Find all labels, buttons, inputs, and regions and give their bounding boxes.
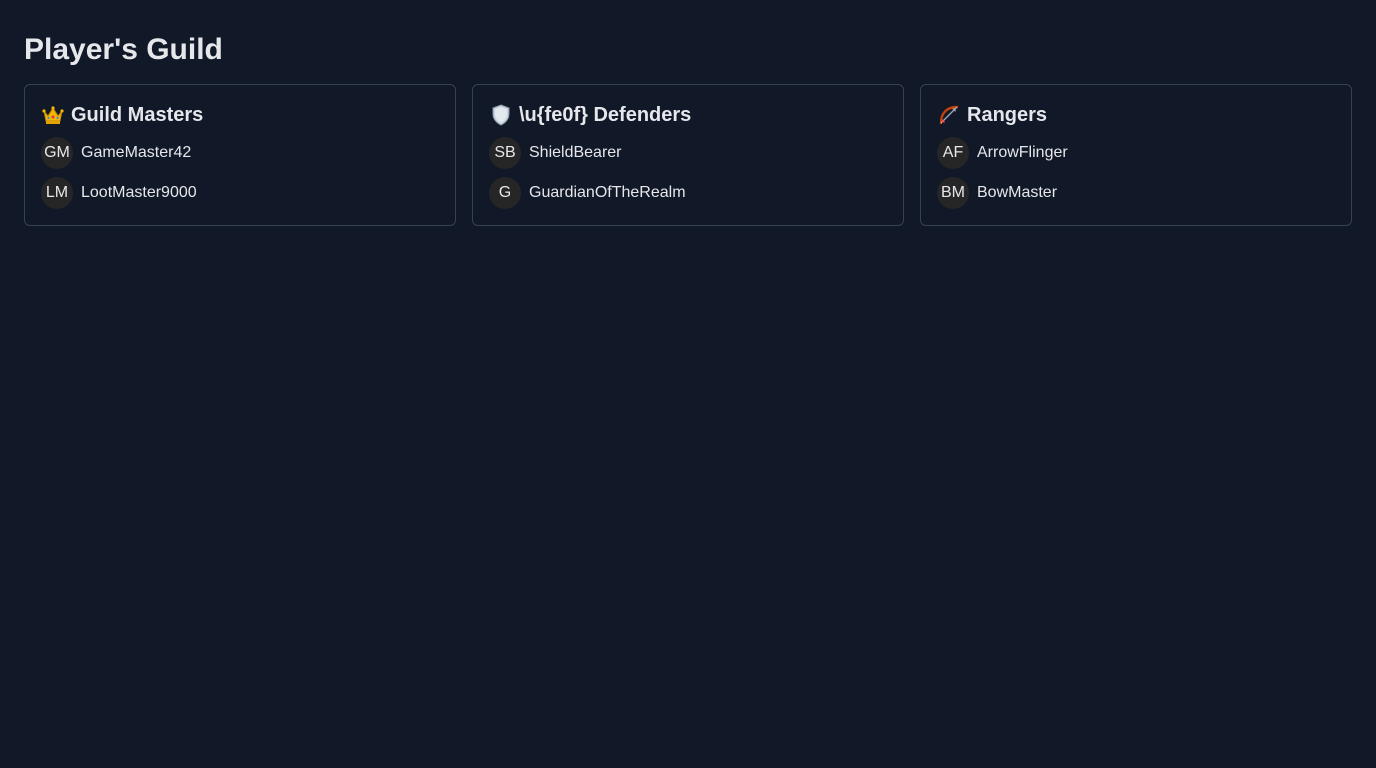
member-name: ArrowFlinger xyxy=(977,144,1068,161)
member-list: SB ShieldBearer G GuardianOfTheRealm xyxy=(489,137,887,209)
member-item[interactable]: AF ArrowFlinger xyxy=(937,137,1335,169)
crown-icon xyxy=(41,103,65,127)
member-list: GM GameMaster42 LM LootMaster9000 xyxy=(41,137,439,209)
member-item[interactable]: GM GameMaster42 xyxy=(41,137,439,169)
avatar: BM xyxy=(937,177,969,209)
avatar: GM xyxy=(41,137,73,169)
member-item[interactable]: LM LootMaster9000 xyxy=(41,177,439,209)
group-header: \u{fe0f} Defenders xyxy=(489,101,887,129)
member-list: AF ArrowFlinger BM BowMaster xyxy=(937,137,1335,209)
member-name: ShieldBearer xyxy=(529,144,622,161)
group-list: Guild Masters GM GameMaster42 LM LootMas… xyxy=(24,84,1352,226)
member-name: LootMaster9000 xyxy=(81,184,197,201)
guild-page: Player's Guild Guild Masters GM GameMast… xyxy=(0,0,1376,768)
avatar: AF xyxy=(937,137,969,169)
group-card-rangers: Rangers AF ArrowFlinger BM BowMaster xyxy=(920,84,1352,226)
member-item[interactable]: BM BowMaster xyxy=(937,177,1335,209)
member-item[interactable]: G GuardianOfTheRealm xyxy=(489,177,887,209)
avatar: G xyxy=(489,177,521,209)
group-header: Rangers xyxy=(937,101,1335,129)
group-header: Guild Masters xyxy=(41,101,439,129)
page-title: Player's Guild xyxy=(24,33,223,66)
avatar: SB xyxy=(489,137,521,169)
bow-and-arrow-icon xyxy=(937,103,961,127)
member-name: BowMaster xyxy=(977,184,1058,201)
shield-icon xyxy=(489,103,513,127)
group-card-guild-masters: Guild Masters GM GameMaster42 LM LootMas… xyxy=(24,84,456,226)
group-title: Guild Masters xyxy=(71,103,204,126)
group-title: \u{fe0f} Defenders xyxy=(519,103,692,126)
group-title: Rangers xyxy=(967,103,1048,126)
avatar: LM xyxy=(41,177,73,209)
member-name: GameMaster42 xyxy=(81,144,192,161)
member-name: GuardianOfTheRealm xyxy=(529,184,686,201)
group-card-defenders: \u{fe0f} Defenders SB ShieldBearer G Gua… xyxy=(472,84,904,226)
member-item[interactable]: SB ShieldBearer xyxy=(489,137,887,169)
